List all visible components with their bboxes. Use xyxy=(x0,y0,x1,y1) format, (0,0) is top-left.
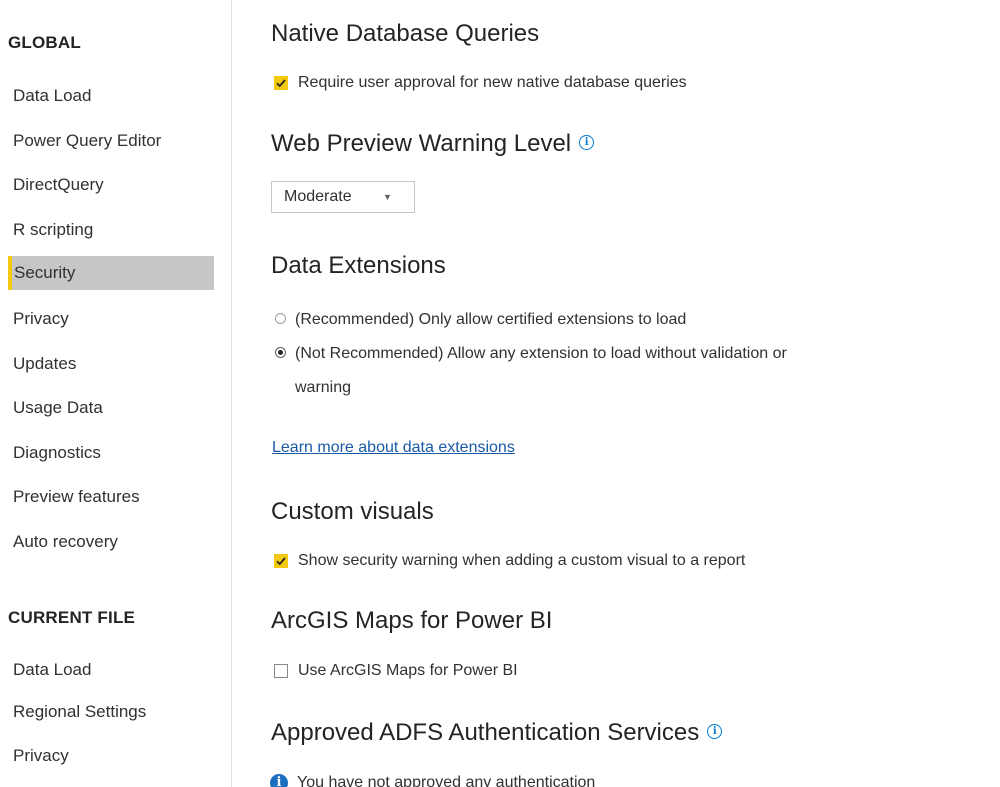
native-db-approval-option[interactable]: Require user approval for new native dat… xyxy=(274,74,687,92)
sidebar-item-current-data-load[interactable]: Data Load xyxy=(8,653,214,687)
section-title-custom-visuals: Custom visuals xyxy=(271,498,434,525)
sidebar-item-r-scripting[interactable]: R scripting xyxy=(8,213,214,247)
sidebar-item-usage-data[interactable]: Usage Data xyxy=(8,391,214,425)
sidebar-item-regional-settings[interactable]: Regional Settings xyxy=(8,695,214,729)
sidebar-header-current-file: CURRENT FILE xyxy=(8,608,136,627)
custom-visuals-warning-option[interactable]: Show security warning when adding a cust… xyxy=(274,552,745,570)
sidebar-item-auto-recovery[interactable]: Auto recovery xyxy=(8,525,214,559)
section-title-data-extensions: Data Extensions xyxy=(271,252,446,279)
custom-visuals-warning-checkbox[interactable] xyxy=(274,554,288,568)
section-title-web-preview-warning-level: Web Preview Warning Level i xyxy=(271,130,595,158)
web-preview-level-dropdown[interactable]: Moderate ▼ xyxy=(271,181,415,213)
custom-visuals-warning-label: Show security warning when adding a cust… xyxy=(298,552,746,569)
adfs-title-text: Approved ADFS Authentication Services xyxy=(271,719,700,746)
radio-not-recommended-line2: warning xyxy=(295,379,352,396)
web-preview-title-text: Web Preview Warning Level xyxy=(271,130,572,157)
info-filled-icon: i xyxy=(270,774,288,787)
sidebar-item-preview-features[interactable]: Preview features xyxy=(8,480,214,514)
radio-not-recommended-label: (Not Recommended) Allow any extension to… xyxy=(295,342,787,399)
sidebar-item-current-privacy[interactable]: Privacy xyxy=(8,739,214,773)
checkmark-icon xyxy=(276,79,286,88)
radio-not-recommended-line1: (Not Recommended) Allow any extension to… xyxy=(295,345,787,362)
radio-recommended[interactable] xyxy=(275,313,286,324)
radio-option-recommended[interactable]: (Recommended) Only allow certified exten… xyxy=(275,308,686,331)
radio-not-recommended[interactable] xyxy=(275,347,286,358)
chevron-down-icon: ▼ xyxy=(383,192,392,202)
radio-option-not-recommended[interactable]: (Not Recommended) Allow any extension to… xyxy=(275,342,787,399)
adfs-message-row: i You have not approved any authenticati… xyxy=(270,774,595,787)
dropdown-selected-value: Moderate xyxy=(284,188,352,205)
sidebar-item-power-query-editor[interactable]: Power Query Editor xyxy=(8,124,214,158)
section-title-native-database-queries: Native Database Queries xyxy=(271,20,540,47)
native-db-approval-checkbox[interactable] xyxy=(274,76,288,90)
sidebar-header-global: GLOBAL xyxy=(8,33,81,52)
sidebar-item-security[interactable]: Security xyxy=(8,256,214,290)
adfs-message: You have not approved any authentication xyxy=(297,774,596,787)
section-title-approved-adfs: Approved ADFS Authentication Services i xyxy=(271,719,723,747)
arcgis-maps-option[interactable]: Use ArcGIS Maps for Power BI xyxy=(274,662,518,680)
arcgis-maps-checkbox[interactable] xyxy=(274,664,288,678)
options-sidebar: GLOBAL Data Load Power Query Editor Dire… xyxy=(0,0,232,787)
sidebar-item-updates[interactable]: Updates xyxy=(8,347,214,381)
arcgis-maps-label: Use ArcGIS Maps for Power BI xyxy=(298,662,518,679)
info-icon[interactable]: i xyxy=(579,135,595,151)
section-title-arcgis-maps: ArcGIS Maps for Power BI xyxy=(271,607,553,634)
sidebar-item-privacy[interactable]: Privacy xyxy=(8,302,214,336)
info-icon[interactable]: i xyxy=(707,724,723,740)
sidebar-item-diagnostics[interactable]: Diagnostics xyxy=(8,436,214,470)
checkmark-icon xyxy=(276,557,286,566)
learn-more-data-extensions-link[interactable]: Learn more about data extensions xyxy=(272,439,515,457)
sidebar-item-directquery[interactable]: DirectQuery xyxy=(8,168,214,202)
radio-recommended-label: (Recommended) Only allow certified exten… xyxy=(295,311,687,328)
native-db-approval-label: Require user approval for new native dat… xyxy=(298,74,687,91)
sidebar-item-data-load[interactable]: Data Load xyxy=(8,79,214,113)
